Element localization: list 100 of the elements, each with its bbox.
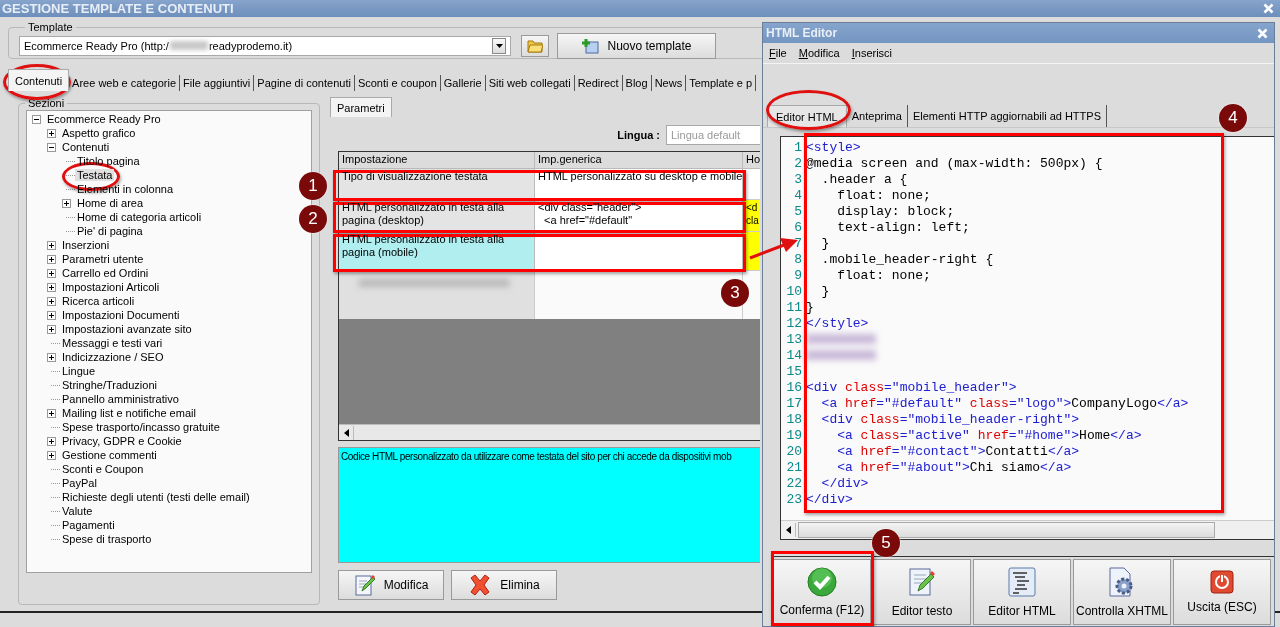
expand-icon[interactable] — [47, 352, 56, 362]
tree-item[interactable]: Aspetto grafico — [60, 127, 138, 139]
step-badge: 2 — [299, 205, 327, 233]
line-number: 19 — [785, 427, 803, 443]
tab[interactable]: Blog — [622, 75, 652, 91]
tab[interactable]: Redirect — [574, 75, 623, 91]
tree-item[interactable]: Impostazioni Articoli — [60, 281, 162, 293]
tab[interactable]: Contenuti — [8, 69, 70, 91]
tree-item[interactable]: Richieste degli utenti (testi delle email) — [60, 491, 252, 503]
menu-item[interactable]: Inserisci — [851, 47, 893, 59]
tree-item[interactable]: Mailing list e notifiche email — [60, 407, 198, 419]
table-cell[interactable] — [535, 271, 743, 319]
tree-item[interactable]: Messaggi e testi vari — [60, 337, 165, 349]
expand-icon[interactable] — [47, 436, 56, 446]
code-line: <a href="#default" class="logo">CompanyLogo</a> — [820, 395, 1189, 411]
delete-button[interactable]: Elimina — [451, 570, 557, 600]
expand-icon[interactable] — [47, 450, 56, 460]
code-line: float: none; — [836, 187, 931, 203]
tab[interactable]: Siti web collegati — [485, 75, 575, 91]
template-dropdown[interactable]: Ecommerce Ready Pro (http:/ readyprodemo.it) — [19, 36, 511, 56]
tree-item[interactable]: Spese trasporto/incasso gratuite — [60, 421, 222, 433]
tab[interactable]: Parametri — [330, 97, 392, 117]
code-line: text-align: left; — [836, 219, 970, 235]
group-label: Template — [27, 21, 74, 33]
line-number: 1 — [793, 139, 803, 155]
tree-item[interactable]: Home di area — [75, 197, 146, 209]
line-number: 9 — [793, 267, 803, 283]
tree-item[interactable]: PayPal — [60, 477, 99, 489]
scroll-left-icon[interactable] — [343, 428, 349, 437]
expand-icon[interactable] — [47, 128, 56, 138]
tree-item[interactable]: Impostazioni Documenti — [60, 309, 182, 321]
expand-icon[interactable] — [62, 198, 71, 208]
tree-item[interactable]: Pagamenti — [60, 519, 117, 531]
folder-button[interactable] — [521, 35, 549, 57]
tree-item[interactable]: Parametri utente — [60, 253, 146, 265]
menu-item[interactable]: File — [769, 47, 787, 59]
tab[interactable]: Sconti e coupon — [354, 75, 441, 91]
code-line: </div> — [806, 491, 853, 507]
menu-item[interactable]: Modifica — [798, 47, 840, 59]
expand-icon[interactable] — [47, 324, 56, 334]
highlight-ellipse — [3, 64, 71, 100]
new-template-button[interactable]: Nuovo template — [557, 33, 716, 59]
line-number: 7 — [793, 235, 803, 251]
html-editor-button[interactable]: Editor HTML — [973, 559, 1071, 625]
tab[interactable]: Template e p — [686, 75, 757, 91]
pointer-arrow — [748, 236, 800, 262]
tree-item[interactable]: Pannello amministrativo — [60, 393, 181, 405]
tab[interactable]: Gallerie — [440, 75, 486, 91]
expand-icon[interactable] — [47, 254, 56, 264]
tree-item[interactable]: Privacy, GDPR e Cookie — [60, 435, 184, 447]
expand-icon[interactable] — [47, 282, 56, 292]
scroll-left-icon[interactable] — [785, 526, 791, 534]
tab[interactable]: Editor HTML — [767, 105, 847, 127]
expand-icon[interactable] — [47, 310, 56, 320]
tree-item[interactable]: Valute — [60, 505, 95, 517]
tree-item[interactable]: Home di categoria articoli — [75, 211, 204, 223]
collapse-icon[interactable] — [47, 142, 56, 152]
edit-button[interactable]: Modifica — [338, 570, 444, 600]
tree-item[interactable]: Stringhe/Traduzioni — [60, 379, 159, 391]
tab[interactable]: Pagine di contenuti — [254, 75, 355, 91]
collapse-icon[interactable] — [32, 114, 41, 124]
close-icon[interactable] — [1257, 27, 1268, 39]
line-number: 12 — [785, 315, 803, 331]
tree-item[interactable]: Ecommerce Ready Pro — [45, 113, 163, 125]
expand-icon[interactable] — [47, 296, 56, 306]
tree-item[interactable]: Sconti e Coupon — [60, 463, 146, 475]
code-line: } — [820, 283, 830, 299]
line-number: 14 — [785, 347, 803, 363]
tab[interactable]: Elementi HTTP aggiornabili ad HTTPS — [907, 105, 1107, 127]
horizontal-scrollbar[interactable] — [339, 424, 760, 440]
tree-item[interactable]: Ricerca articoli — [60, 295, 137, 307]
tree-item[interactable]: Testata — [75, 169, 115, 181]
tree-item[interactable]: Contenuti — [60, 141, 112, 153]
tree-item[interactable]: Gestione commenti — [60, 449, 159, 461]
tree-item[interactable]: Indicizzazione / SEO — [60, 351, 166, 363]
close-icon[interactable] — [1263, 3, 1274, 14]
tree-item[interactable]: Pie' di pagina — [75, 225, 145, 237]
tree-item[interactable]: Lingue — [60, 365, 98, 377]
tab[interactable]: Aree web e categorie — [69, 75, 181, 91]
code-line: .header a { — [820, 171, 908, 187]
code-line: @media screen and (max-width: 500px) { — [806, 155, 1103, 171]
dropdown-arrow-icon[interactable] — [495, 44, 503, 48]
tree-item[interactable]: Spese di trasporto — [60, 533, 154, 545]
plus-window-icon — [581, 38, 600, 54]
tab[interactable]: News — [651, 75, 687, 91]
column-header: Imp.generica — [535, 152, 743, 169]
text-editor-button[interactable]: Editor testo — [873, 559, 971, 625]
tree-item[interactable]: Inserzioni — [60, 239, 112, 251]
expand-icon[interactable] — [47, 240, 56, 250]
code-line: </style> — [806, 315, 869, 331]
code-line: <style> — [806, 139, 861, 155]
validate-button[interactable]: Controlla XHTML — [1073, 559, 1171, 625]
tab[interactable]: Anteprima — [846, 105, 908, 127]
tree-item[interactable]: Impostazioni avanzate sito — [60, 323, 194, 335]
expand-icon[interactable] — [47, 268, 56, 278]
checkmark-icon — [807, 567, 837, 597]
exit-button[interactable]: Uscita (ESC) — [1173, 559, 1271, 625]
tab[interactable]: File aggiuntivi — [180, 75, 255, 91]
tree-item[interactable]: Carrello ed Ordini — [60, 267, 151, 279]
expand-icon[interactable] — [47, 408, 56, 418]
